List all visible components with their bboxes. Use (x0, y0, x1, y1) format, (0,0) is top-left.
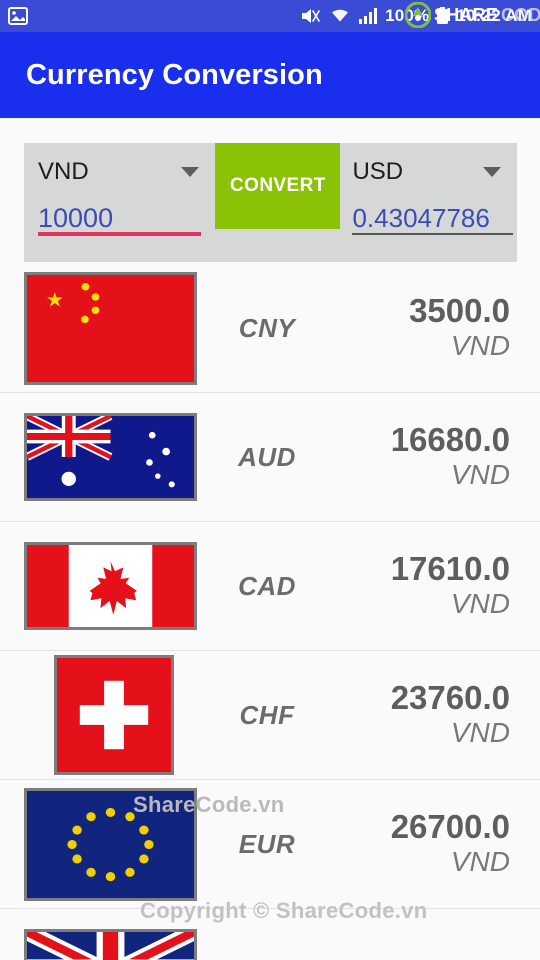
currency-unit: VND (450, 330, 510, 362)
value-cell: 16680.0 VND (331, 421, 516, 491)
flag-cell (24, 655, 203, 775)
flag-cell (24, 413, 203, 501)
chevron-down-icon (181, 167, 200, 177)
currency-code: CAD (238, 570, 296, 601)
table-row[interactable]: GBP (0, 909, 540, 960)
chevron-down-icon (483, 167, 502, 177)
battery-percent-label: 100% (385, 6, 430, 25)
currency-unit: VND (450, 846, 510, 878)
convert-button[interactable]: CONVERT (215, 143, 341, 229)
wifi-icon (329, 7, 351, 25)
flag-cell (24, 787, 203, 901)
currency-value: 17610.0 (390, 550, 510, 588)
table-row[interactable]: EUR 26700.0 VND (0, 780, 540, 909)
flag-cell (24, 929, 203, 960)
table-row[interactable]: CNY 3500.0 VND (0, 264, 540, 393)
flag-cn-icon (24, 271, 197, 385)
amount-input-underline (38, 232, 202, 236)
currency-code: EUR (238, 828, 296, 859)
from-currency-select[interactable]: VND (38, 155, 205, 189)
currency-unit: VND (450, 459, 510, 491)
amount-input[interactable]: 10000 (38, 203, 205, 234)
flag-au-icon (24, 413, 197, 501)
from-currency-label: VND (38, 158, 89, 185)
app-bar: Currency Conversion (0, 32, 540, 118)
flag-eu-icon (24, 787, 197, 901)
status-bar: 100% 10:22 AM (0, 0, 540, 32)
flag-cell (24, 271, 203, 385)
currency-value: 16680.0 (390, 421, 510, 459)
converter-panel: VND 10000 CONVERT USD 0.43047786 (24, 143, 517, 262)
app-root: 100% 10:22 AM SHARE CODE.vn Currency Con… (0, 0, 540, 960)
value-cell: 23760.0 VND (331, 679, 516, 749)
page-title: Currency Conversion (26, 58, 323, 91)
value-cell: 26700.0 VND (331, 808, 516, 878)
currency-unit: VND (450, 588, 510, 620)
flag-ch-icon (53, 655, 174, 775)
clock-label: 10:22 AM (456, 6, 532, 25)
flag-cell (24, 542, 203, 630)
status-bar-left (8, 7, 28, 25)
status-bar-right: 100% 10:22 AM (300, 6, 532, 26)
currency-code: CHF (239, 699, 295, 730)
table-row[interactable]: CAD 17610.0 VND (0, 522, 540, 651)
image-icon (8, 7, 28, 25)
currency-value: 3500.0 (409, 292, 510, 330)
currency-unit: VND (450, 717, 510, 749)
currency-value: 26700.0 (390, 808, 510, 846)
value-cell: 17610.0 VND (331, 550, 516, 620)
converter-section: VND 10000 CONVERT USD 0.43047786 (0, 118, 540, 264)
currency-code: AUD (238, 441, 296, 472)
battery-icon (436, 7, 449, 25)
to-currency-label: USD (352, 158, 404, 185)
result-output[interactable]: 0.43047786 (352, 203, 507, 234)
flag-ca-icon (24, 542, 197, 630)
table-row[interactable]: AUD 16680.0 VND (0, 393, 540, 522)
to-currency-select[interactable]: USD (352, 155, 507, 189)
currency-list[interactable]: CNY 3500.0 VND AUD 16680.0 VND CAD 17610… (0, 264, 540, 960)
signal-icon (358, 7, 378, 25)
to-column: USD 0.43047786 (340, 143, 517, 262)
currency-code: CNY (238, 312, 296, 343)
currency-value: 23760.0 (390, 679, 510, 717)
result-output-underline (352, 233, 514, 235)
value-cell: 3500.0 VND (331, 292, 516, 362)
mute-icon (300, 7, 322, 25)
from-column: VND 10000 (24, 143, 215, 262)
table-row[interactable]: CHF 23760.0 VND (0, 651, 540, 780)
flag-gb-icon (24, 929, 197, 960)
